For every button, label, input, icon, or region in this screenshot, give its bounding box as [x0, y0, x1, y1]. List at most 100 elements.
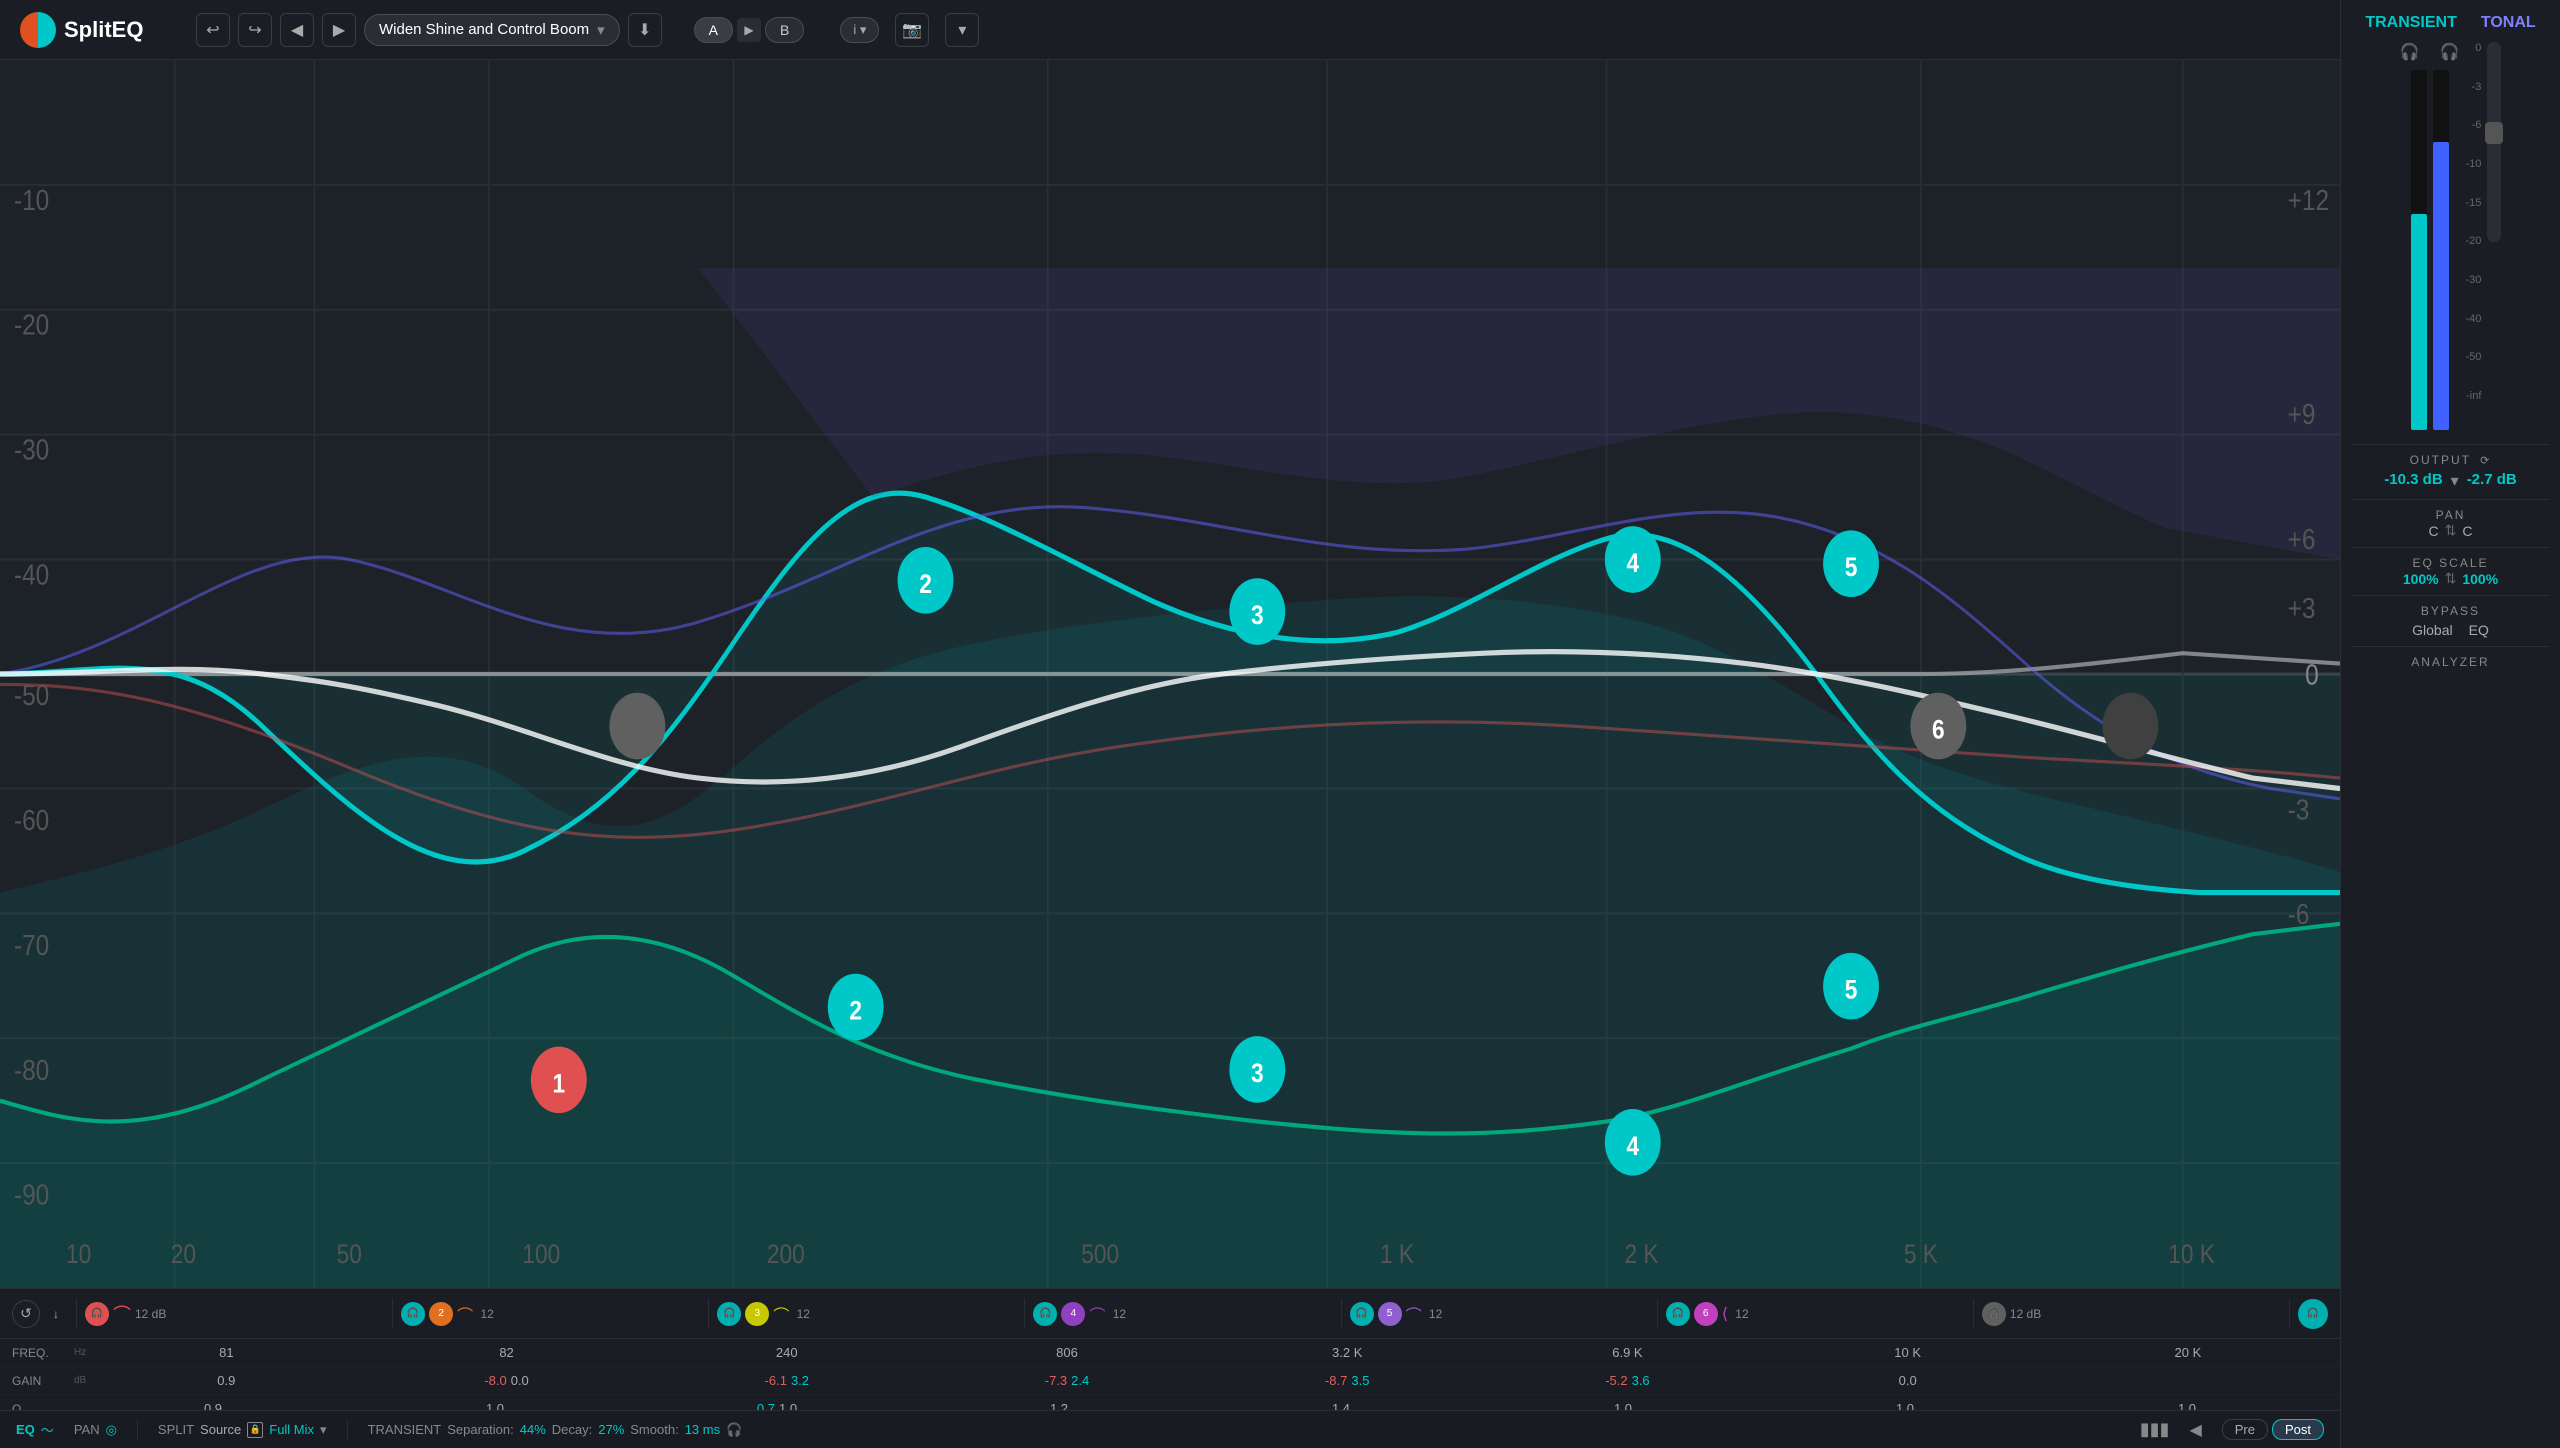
pan-left-value: C [2429, 523, 2439, 539]
mix-dropdown-icon[interactable]: ▾ [320, 1422, 327, 1438]
tonal-meter-left-bar-container [2433, 70, 2449, 430]
svg-text:-80: -80 [14, 1054, 49, 1087]
reset-button[interactable]: ↺ [12, 1300, 40, 1328]
output-monitor-button[interactable]: 🎧 [2298, 1299, 2328, 1329]
prev-preset-button[interactable]: ◀ [280, 13, 314, 47]
svg-text:-90: -90 [14, 1179, 49, 1212]
band-1-control: 🎧 ⌒ 12 dB [85, 1301, 384, 1327]
eq-node-shelf-gray[interactable] [609, 693, 665, 760]
transient-status-label: TRANSIENT [368, 1422, 442, 1437]
band-6-db: 12 [1732, 1307, 1752, 1321]
gain-values: 0.9 -8.0 0.0 -6.1 3.2 -7.3 2.4 -8.7 3.5 [86, 1373, 2328, 1388]
transient-headphone: 🎧 [726, 1422, 742, 1438]
band-1-icon[interactable]: 🎧 [85, 1302, 109, 1326]
svg-text:+3: +3 [2288, 592, 2316, 625]
band-4-control: 🎧 4 ⌒ 12 [1033, 1302, 1332, 1326]
band-5-icon[interactable]: 🎧 [1350, 1302, 1374, 1326]
undo-button[interactable]: ↩ [196, 13, 230, 47]
download-button[interactable]: ⬇ [628, 13, 662, 47]
info-button[interactable]: i ▾ [840, 17, 879, 43]
gain-band6: -5.2 3.6 [1487, 1373, 1767, 1388]
svg-text:5: 5 [1845, 975, 1858, 1005]
output-left-value: -10.3 dB [2384, 471, 2442, 491]
ab-a-button[interactable]: A [694, 17, 733, 43]
tonal-label: TONAL [2481, 14, 2536, 32]
svg-text:200: 200 [767, 1239, 805, 1269]
bypass-global-button[interactable]: Global [2412, 622, 2452, 638]
freq-band4: 806 [927, 1345, 1207, 1360]
svg-text:1 K: 1 K [1380, 1239, 1414, 1269]
meter-scale: 0 -3 -6 -10 -15 -20 -30 -40 -50 -inf [2465, 42, 2481, 402]
divider-1 [137, 1420, 138, 1440]
camera-button[interactable]: 📷 [895, 13, 929, 47]
band-separator-4 [1024, 1299, 1025, 1329]
down-arrow-button[interactable]: ↓ [44, 1302, 68, 1326]
svg-text:1: 1 [552, 1069, 565, 1099]
band-separator-6 [1657, 1299, 1658, 1329]
band-2-icon-orange[interactable]: 2 [429, 1302, 453, 1326]
split-lock-icon: 🔒 [247, 1422, 263, 1438]
band-separator-8 [2289, 1299, 2290, 1329]
analyzer-label: ANALYZER [2351, 655, 2550, 669]
freq-band2: 82 [366, 1345, 646, 1360]
eq-scale-right: 100% [2462, 571, 2498, 587]
gain-band5: -8.7 3.5 [1207, 1373, 1487, 1388]
pan-values: C ⇅ C [2351, 522, 2550, 539]
redo-button[interactable]: ↪ [238, 13, 272, 47]
top-controls: ↩ ↪ ◀ ▶ Widen Shine and Control Boom ▾ ⬇ [196, 13, 662, 47]
gain-band8 [2048, 1373, 2328, 1388]
settings-button[interactable]: ▾ [945, 13, 979, 47]
gain-band4: -7.3 2.4 [927, 1373, 1207, 1388]
svg-text:+9: +9 [2288, 398, 2316, 431]
separation-value: 44% [520, 1422, 546, 1437]
band-3-icon-yellow[interactable]: 3 [745, 1302, 769, 1326]
svg-text:-60: -60 [14, 804, 49, 837]
transient-meter-bar-container [2411, 70, 2427, 430]
band-separator-1 [76, 1299, 77, 1329]
band-4-icon[interactable]: 🎧 [1033, 1302, 1057, 1326]
svg-text:2: 2 [919, 569, 932, 599]
svg-text:2: 2 [849, 996, 862, 1026]
svg-text:5: 5 [1845, 552, 1858, 582]
svg-text:3: 3 [1251, 1058, 1264, 1088]
freq-unit: Hz [74, 1347, 86, 1358]
band-7-icon[interactable]: 🎧 [1982, 1302, 2006, 1326]
pan-status-label: PAN [74, 1422, 100, 1437]
decay-label: Decay: [552, 1422, 592, 1437]
eq-wave-icon: 〜 [41, 1420, 54, 1439]
svg-text:-20: -20 [14, 309, 49, 342]
band-2-icon[interactable]: 🎧 [401, 1302, 425, 1326]
svg-text:-70: -70 [14, 929, 49, 962]
pre-button[interactable]: Pre [2222, 1419, 2268, 1440]
tonal-headphone-icon: 🎧 [2440, 42, 2460, 62]
svg-text:-10: -10 [14, 184, 49, 217]
post-button[interactable]: Post [2272, 1419, 2324, 1440]
band-4-icon-purple[interactable]: 4 [1061, 1302, 1085, 1326]
separation-label: Separation: [447, 1422, 514, 1437]
ab-b-button[interactable]: B [765, 17, 804, 43]
band-6-icon[interactable]: 🎧 [1666, 1302, 1690, 1326]
bypass-buttons: Global EQ [2351, 622, 2550, 638]
band-3-icon[interactable]: 🎧 [717, 1302, 741, 1326]
ab-arrow-button[interactable]: ▶ [737, 18, 761, 42]
preset-name: Widen Shine and Control Boom [379, 21, 589, 38]
source-label: Source [200, 1422, 241, 1437]
next-preset-button[interactable]: ▶ [322, 13, 356, 47]
bypass-eq-button[interactable]: EQ [2469, 622, 2489, 638]
band-5-db: 12 [1426, 1307, 1446, 1321]
analyzer-bar-icon: ▮▮▮ [2140, 1419, 2170, 1440]
band-5-icon-purple2[interactable]: 5 [1378, 1302, 1402, 1326]
level-slider[interactable] [2487, 42, 2501, 242]
level-slider-thumb [2485, 122, 2503, 144]
band-separator-7 [1973, 1299, 1974, 1329]
band-6-icon-pink[interactable]: 6 [1694, 1302, 1718, 1326]
band-separator-2 [392, 1299, 393, 1329]
transient-meter-bar [2411, 214, 2427, 430]
svg-text:6: 6 [1932, 715, 1945, 745]
tonal-meter-left-bar [2433, 142, 2449, 430]
preset-dropdown[interactable]: Widen Shine and Control Boom ▾ [364, 14, 620, 46]
band-3-shape: ⌒ [773, 1302, 789, 1326]
gain-band7: 0.0 [1768, 1373, 2048, 1388]
eq-node-shelf-right[interactable] [2103, 693, 2159, 760]
svg-text:-50: -50 [14, 679, 49, 712]
